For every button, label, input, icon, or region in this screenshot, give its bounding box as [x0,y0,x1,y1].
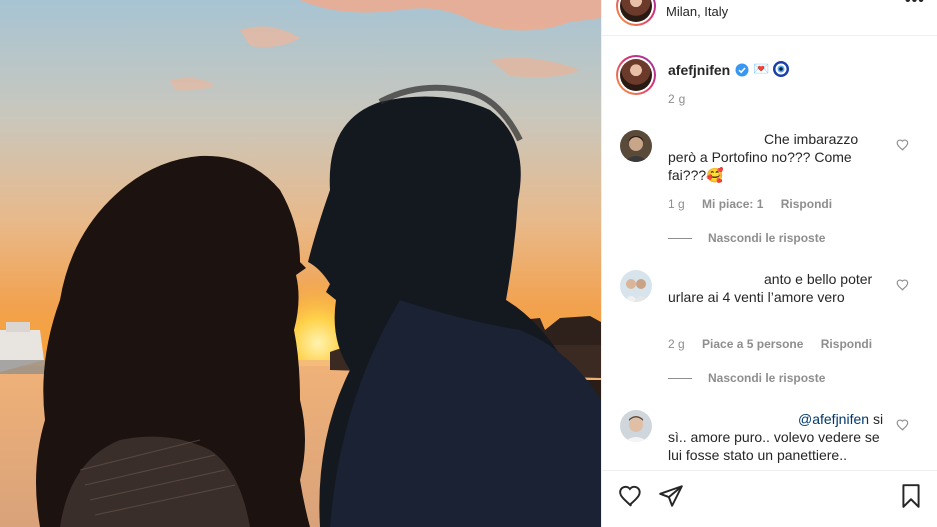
location-link[interactable]: Milan, Italy [666,4,728,19]
bookmark-icon[interactable] [898,483,924,509]
comment-likes-link[interactable]: Mi piace: 1 [702,197,763,211]
hide-replies-button[interactable]: Nascondi le risposte [668,231,825,245]
action-bar [602,470,937,527]
comment-time: 2 g [668,337,685,351]
love-letter-emoji: 💌 [753,61,770,76]
comment-time: 1 g [668,197,685,211]
reply-button[interactable]: Rispondi [781,197,832,211]
comment-avatar[interactable] [620,130,652,162]
comment-avatar[interactable] [620,410,652,442]
heart-icon[interactable] [618,483,644,509]
comment-avatar[interactable] [620,270,652,302]
comment-likes-link[interactable]: Piace a 5 persone [702,337,803,351]
comment-text: anto e bello poter urlare ai 4 venti l’a… [668,271,873,305]
comment-meta: 2 g Piace a 5 persone Rispondi [668,337,886,351]
heart-icon[interactable] [896,138,910,152]
author-avatar[interactable] [616,55,656,95]
post-details-panel: Milan, Italy ••• afefjnifen 💌 2 g Che im… [601,0,937,527]
nazar-amulet-icon [773,61,789,77]
mention-link[interactable]: @afefjnifen [798,411,869,427]
header-avatar[interactable] [616,0,656,26]
author-username[interactable]: afefjnifen [668,62,730,78]
post-header: Milan, Italy ••• [602,0,937,36]
reply-button[interactable]: Rispondi [821,337,872,351]
share-icon[interactable] [658,483,684,509]
comment-text: Che imbarazzo però a Portofino no??? Com… [668,131,859,183]
post-timestamp: 2 g [668,92,686,106]
heart-icon[interactable] [896,418,910,432]
more-options-icon[interactable]: ••• [905,0,925,10]
verified-badge-icon [735,63,749,77]
hide-replies-button[interactable]: Nascondi le risposte [668,371,825,385]
post-photo[interactable] [0,0,601,527]
heart-icon[interactable] [896,278,910,292]
comment-meta: 1 g Mi piace: 1 Rispondi [668,197,846,211]
comment-text: @afefjnifen si sì.. amore puro.. volevo … [668,410,888,464]
